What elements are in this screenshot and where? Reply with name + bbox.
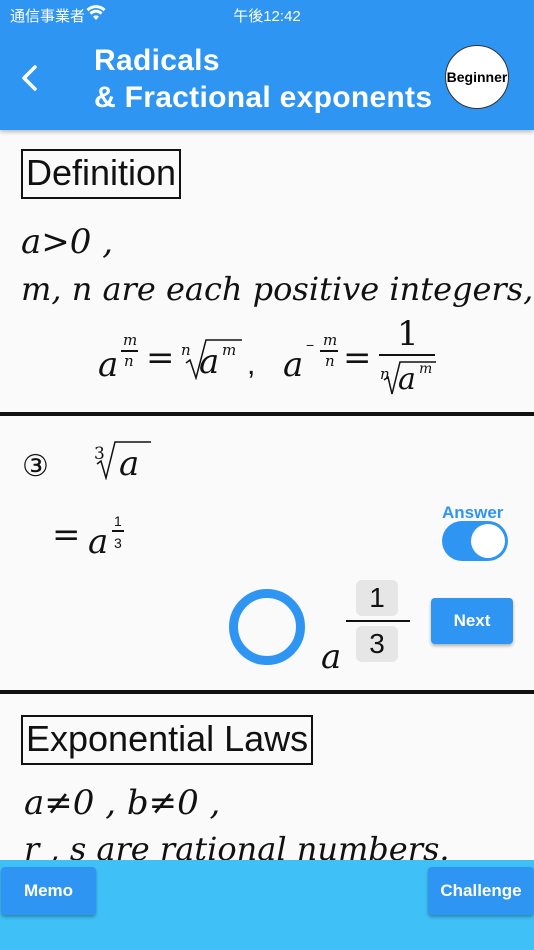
definition-condition-2: m, n are each positive integers, — [21, 270, 534, 308]
laws-condition-1: a≠0 , b≠0 , — [24, 783, 221, 823]
formula-neg-m: m — [323, 331, 338, 349]
next-button[interactable]: Next — [431, 598, 513, 644]
challenge-button[interactable]: Challenge — [428, 867, 534, 915]
circle-correct-icon — [229, 589, 305, 665]
formula-numerator: 1 — [397, 314, 419, 354]
answer-toggle[interactable] — [442, 521, 508, 561]
answer-exp-den: 3 — [114, 535, 122, 551]
answer-exp-bar — [112, 530, 124, 532]
definition-heading: Definition — [21, 149, 182, 199]
formula-neg-base: a — [283, 345, 304, 385]
clock: 午後12:42 — [233, 8, 301, 25]
formula-fraction-bar — [379, 354, 435, 356]
title-line-2: & Fractional exponents — [94, 81, 433, 114]
toggle-knob[interactable] — [471, 524, 505, 558]
input-fraction-bar — [346, 620, 410, 622]
formula-radicand-exp: m — [222, 341, 237, 359]
status-bar: 通信事業者 午後12:42 — [0, 0, 534, 28]
formula-comma: , — [247, 348, 256, 381]
answer-equals: = — [52, 515, 81, 555]
formula-equals-1: = — [146, 338, 175, 378]
app-header: 通信事業者 午後12:42 Radicals & Fractional expo… — [0, 0, 534, 130]
section-divider-1 — [0, 412, 534, 416]
bottom-bar: Memo Challenge — [0, 860, 534, 950]
exponential-laws-heading: Exponential Laws — [21, 715, 314, 765]
denominator-input[interactable]: 3 — [356, 626, 398, 662]
definition-condition-1: a>0 , — [21, 222, 114, 262]
formula-exp-n: n — [124, 352, 134, 370]
formula-den-exp: m — [419, 361, 433, 377]
input-base: a — [321, 637, 342, 677]
formula-den-base: a — [398, 362, 416, 397]
problem-number: ③ — [22, 450, 49, 483]
title-line-1: Radicals — [94, 44, 220, 77]
answer-base: a — [88, 522, 109, 562]
section-divider-2 — [0, 690, 534, 694]
numerator-input[interactable]: 1 — [356, 580, 398, 616]
answer-exp-num: 1 — [114, 513, 122, 529]
answer-toggle-label: Answer — [442, 503, 504, 522]
page-title: Radicals & Fractional exponents — [94, 42, 432, 116]
formula-radicand-base: a — [199, 342, 220, 382]
chevron-left-icon[interactable] — [18, 62, 42, 94]
memo-button[interactable]: Memo — [1, 867, 96, 915]
problem-radicand: a — [119, 444, 140, 484]
formula-equals-2: = — [343, 338, 372, 378]
formula-neg-n: n — [325, 352, 335, 370]
level-badge: Beginner — [445, 45, 509, 109]
formula-neg-sign: − — [306, 337, 315, 353]
formula-base: a — [98, 345, 119, 385]
formula-exp-m: m — [123, 331, 138, 349]
